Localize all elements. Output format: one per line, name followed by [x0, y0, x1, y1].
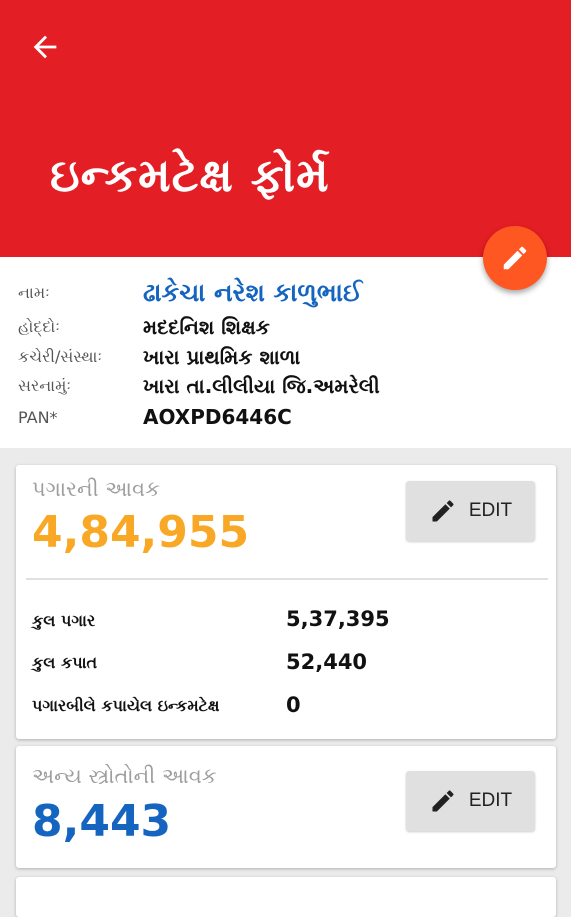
app-header: ઇન્કમટેક્ષ ફોર્મ: [0, 0, 571, 257]
tds-value: 0: [286, 693, 301, 717]
designation-label: હોદ્દોઃ: [18, 317, 60, 336]
salary-amount: 4,84,955: [32, 507, 250, 558]
edit-label: EDIT: [468, 500, 513, 521]
other-amount: 8,443: [32, 796, 172, 847]
total-deduction-label: કુલ કપાત: [32, 653, 98, 672]
total-salary-value: 5,37,395: [286, 607, 390, 631]
arrow-back-icon[interactable]: [28, 30, 62, 64]
name-label: નામઃ: [18, 283, 50, 302]
address-label: સરનામુંઃ: [18, 376, 71, 395]
office-label: કચેરી/સંસ્થાઃ: [18, 347, 102, 366]
pan-value: AOXPD6446C: [143, 405, 292, 429]
edit-other-income-button[interactable]: EDIT: [406, 771, 535, 831]
other-income-card: અન્ય સ્ત્રોતોની આવક 8,443 EDIT: [16, 746, 556, 868]
pencil-icon: [503, 246, 527, 270]
divider: [26, 578, 548, 580]
pencil-icon: [432, 500, 454, 522]
total-deduction-value: 52,440: [286, 650, 368, 674]
address-value: ખારા તા.લીલીયા જિ.અમરેલી: [143, 374, 380, 398]
next-card: [16, 877, 556, 917]
office-value: ખારા પ્રાથમિક શાળા: [143, 345, 301, 369]
pan-label: PAN*: [18, 407, 58, 427]
edit-salary-button[interactable]: EDIT: [406, 481, 535, 541]
pencil-icon: [432, 790, 454, 812]
salary-card-title: પગારની આવક: [32, 477, 160, 501]
salary-income-card: પગારની આવક 4,84,955 EDIT કુલ પગાર 5,37,3…: [16, 465, 556, 739]
tds-label: પગારબીલે કપાયેલ ઇન્કમટેક્ષ: [32, 696, 220, 715]
designation-value: મદદનિશ શિક્ષક: [143, 315, 270, 339]
edit-profile-fab[interactable]: [483, 226, 547, 290]
total-salary-label: કુલ પગાર: [32, 611, 96, 630]
edit-label: EDIT: [468, 790, 513, 811]
profile-section: નામઃ ઢાકેચા નરેશ કાળુભાઈ હોદ્દોઃ મદદનિશ …: [0, 257, 571, 448]
page-title: ઇન્કમટેક્ષ ફોર્મ: [50, 148, 330, 202]
other-card-title: અન્ય સ્ત્રોતોની આવક: [32, 764, 217, 788]
name-value: ઢાકેચા નરેશ કાળુભાઈ: [143, 278, 363, 307]
